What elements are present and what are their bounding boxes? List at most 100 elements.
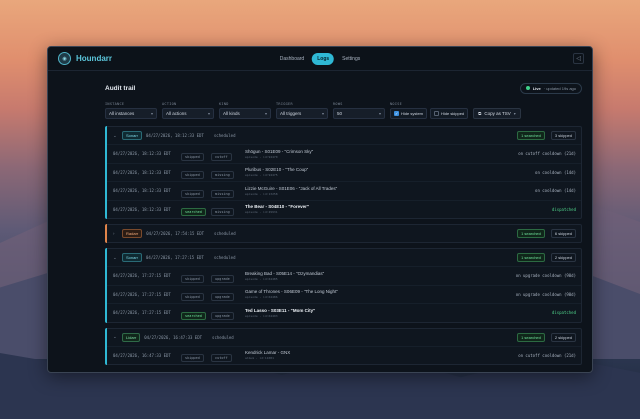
- log-row[interactable]: 04/27/2026, 17:27:15 EDT skipped upgrade Ga…: [106, 284, 581, 304]
- kind-select[interactable]: All kinds ▾: [219, 108, 271, 119]
- action-select[interactable]: All actions ▾: [162, 108, 214, 119]
- item-title: Kendrick Lamar - GNX: [245, 350, 291, 356]
- rows-select[interactable]: 50 ▾: [333, 108, 385, 119]
- row-kind-cell: upgrade: [211, 304, 245, 322]
- skipped-count-badge: 2 skipped: [550, 253, 576, 262]
- group-timestamp: 04/27/2026, 17:27:15 EDT: [146, 255, 204, 260]
- log-group-header[interactable]: ⌄ Lidarr 04/27/2026, 16:47:33 EDT scheduled…: [106, 329, 581, 346]
- chevron-down-icon[interactable]: ⌄: [113, 133, 118, 139]
- filter-bar: INSTANCE All instances ▾ ACTION All actio…: [105, 102, 582, 119]
- item-title: Breaking Bad - S05E14 - "Ozymandias": [245, 270, 325, 276]
- log-row[interactable]: 04/27/2026, 17:27:15 EDT skipped upgrade Br…: [106, 266, 581, 285]
- row-title-block: Game of Thrones - S06E09 - "The Long Nig…: [245, 289, 338, 299]
- item-subtitle: album · id:11081: [245, 356, 274, 361]
- kind-pill: cutoff: [211, 152, 232, 161]
- checkbox-checked-icon: ✓: [394, 111, 399, 116]
- log-group: › Radarr 04/27/2026, 17:54:15 EDT scheduled…: [105, 224, 582, 243]
- item-title: Lizzie McGuire - S01E06 - "Jack of All T…: [245, 185, 338, 191]
- chevron-down-icon[interactable]: ⌄: [113, 255, 118, 261]
- trigger-select[interactable]: All triggers ▾: [276, 108, 328, 119]
- log-row[interactable]: 04/27/2026, 18:12:33 EDT searched missing T…: [106, 199, 581, 219]
- log-row[interactable]: 04/27/2026, 17:27:15 EDT searched upgrade T…: [106, 303, 581, 322]
- nav-logs[interactable]: Logs: [312, 52, 335, 65]
- item-subtitle: episode · id:94470: [245, 154, 278, 159]
- row-timestamp: 04/27/2026, 17:27:15 EDT: [113, 273, 171, 279]
- searched-count-badge: 1 searched: [517, 131, 545, 140]
- status-pill: skipped: [181, 189, 204, 198]
- log-row[interactable]: 04/27/2026, 16:47:33 EDT skipped cutoff Ken…: [106, 345, 581, 365]
- rows-select-value: 50: [337, 111, 343, 116]
- row-timestamp: 04/27/2026, 17:27:15 EDT: [113, 291, 171, 297]
- hide-system-checkbox[interactable]: ✓ Hide system: [390, 108, 428, 119]
- live-status-badge[interactable]: Live · updated 19s ago: [519, 82, 582, 94]
- log-row[interactable]: 04/27/2026, 18:12:33 EDT skipped missing Pl…: [106, 162, 581, 182]
- row-kind-cell: cutoff: [211, 145, 245, 163]
- chevron-down-icon: ▾: [264, 111, 267, 116]
- copy-tsv-button[interactable]: ⧉ Copy as TSV ▾: [473, 108, 521, 119]
- row-status-cell: skipped: [181, 145, 211, 163]
- item-subtitle: episode · id:64486: [245, 295, 278, 300]
- row-status-cell: searched: [181, 200, 211, 218]
- instance-select-value: All instances: [109, 111, 135, 116]
- row-kind-cell: upgrade: [211, 267, 245, 285]
- sidebar-toggle-icon[interactable]: ◁: [573, 53, 584, 64]
- skipped-count-badge: 2 skipped: [550, 332, 576, 342]
- log-group-header[interactable]: ⌄ Sonarr 04/27/2026, 17:27:15 EDT scheduled…: [106, 249, 581, 266]
- brand[interactable]: ◉ Houndarr: [58, 52, 112, 65]
- action-select-value: All actions: [166, 111, 187, 116]
- log-row[interactable]: 04/27/2026, 18:12:33 EDT skipped missing Li…: [106, 181, 581, 200]
- group-trigger: scheduled: [213, 255, 236, 260]
- row-timestamp: 04/27/2026, 16:47:33 EDT: [113, 352, 171, 358]
- status-pill: skipped: [181, 293, 204, 302]
- log-group-header[interactable]: ⌄ Sonarr 04/27/2026, 18:12:33 EDT scheduled…: [106, 127, 581, 144]
- searched-count-badge: 1 searched: [517, 332, 545, 342]
- page-header: Audit trail Live · updated 19s ago: [105, 81, 582, 95]
- row-kind-cell: missing: [211, 182, 245, 200]
- row-result: on cutoff cooldown (21d): [518, 151, 576, 157]
- main-nav: Dashboard Logs Settings: [275, 52, 366, 65]
- group-timestamp: 04/27/2026, 17:54:15 EDT: [146, 231, 205, 236]
- row-kind-cell: missing: [211, 200, 245, 218]
- log-row[interactable]: 04/27/2026, 18:12:33 EDT skipped cutoff Shō…: [106, 144, 581, 163]
- group-trigger: scheduled: [212, 334, 234, 340]
- action-filter-label: ACTION: [162, 102, 177, 106]
- row-result: dispatched: [551, 310, 576, 316]
- item-title: Game of Thrones - S06E09 - "The Long Nig…: [245, 289, 338, 295]
- status-pill: searched: [181, 311, 206, 320]
- row-title-block: Ted Lasso - S03E11 - "Mom City" episode ·…: [245, 308, 315, 318]
- hide-skipped-checkbox[interactable]: Hide skipped: [430, 108, 469, 119]
- chevron-right-icon[interactable]: ›: [113, 231, 118, 236]
- searched-count-badge: 1 searched: [517, 253, 545, 262]
- row-timestamp: 04/27/2026, 17:27:15 EDT: [113, 310, 171, 316]
- row-status-cell: skipped: [181, 267, 211, 285]
- row-title-block: Shōgun - S01E09 - "Crimson Sky" episode ·…: [245, 149, 313, 159]
- row-title-block: Kendrick Lamar - GNX album · id:11081: [245, 350, 290, 360]
- chevron-down-icon: ▾: [513, 111, 516, 116]
- row-status-cell: searched: [181, 304, 211, 322]
- hide-skipped-label: Hide skipped: [441, 111, 465, 116]
- status-pill: skipped: [181, 354, 204, 363]
- skipped-count-badge: 6 skipped: [550, 229, 576, 238]
- noise-options: ✓ Hide system Hide skipped: [390, 108, 469, 119]
- log-group: ⌄ Sonarr 04/27/2026, 17:27:15 EDT scheduled…: [105, 248, 582, 323]
- kind-filter-label: KIND: [219, 102, 229, 106]
- row-result: on cutoff cooldown (21d): [518, 352, 576, 358]
- instance-badge: Radarr: [122, 229, 143, 238]
- row-result: on upgrade cooldown (90d): [515, 273, 576, 279]
- app-window: ◉ Houndarr Dashboard Logs Settings ◁ Aud…: [47, 46, 593, 373]
- row-kind-cell: cutoff: [211, 346, 245, 364]
- trigger-select-value: All triggers: [280, 111, 302, 116]
- instance-filter-label: INSTANCE: [105, 102, 125, 106]
- chevron-down-icon[interactable]: ⌄: [113, 334, 118, 340]
- status-pill: searched: [181, 208, 206, 217]
- kind-pill: upgrade: [211, 274, 234, 283]
- nav-dashboard[interactable]: Dashboard: [275, 53, 309, 65]
- row-result: on upgrade cooldown (90d): [515, 291, 576, 297]
- log-group-header[interactable]: › Radarr 04/27/2026, 17:54:15 EDT scheduled…: [106, 225, 581, 242]
- copy-tsv-label: Copy as TSV: [484, 111, 511, 116]
- chevron-down-icon: ▾: [207, 111, 210, 116]
- instance-select[interactable]: All instances ▾: [105, 108, 157, 119]
- live-dot-icon: [525, 86, 530, 90]
- audit-log-list: ⌄ Sonarr 04/27/2026, 18:12:33 EDT scheduled…: [105, 126, 582, 365]
- nav-settings[interactable]: Settings: [337, 53, 365, 65]
